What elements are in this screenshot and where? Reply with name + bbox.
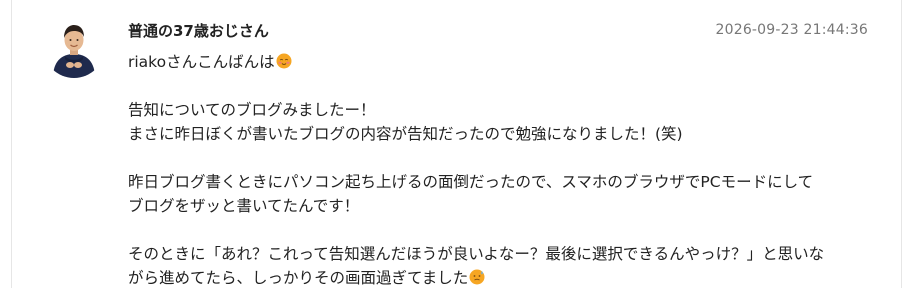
comment-line-text: がら進めてたら、しっかりその画面過ぎてました [128,269,469,287]
comment-line: そのときに「あれ？これって告知選んだほうが良いよなー？最後に選択できるんやっけ？… [128,245,825,263]
sweat-face-emoji-icon [469,269,485,285]
comment-line: 告知についてのブログみましたー！ [128,101,376,119]
smiling-face-emoji-icon [276,53,292,69]
comment-author[interactable]: 普通の37歳おじさん [128,20,269,41]
comment-line: まさに昨日ぼくが書いたブログの内容が告知だったので勉強になりました！(笑) [128,125,683,143]
comment-body: riakoさんこんばんは 告知についてのブログみましたー！ まさに昨日ぼくが書い… [128,50,898,290]
comment-timestamp: 2026-09-23 21:44:36 [715,22,868,38]
comment-card: 普通の37歳おじさん 2026-09-23 21:44:36 riakoさんこん… [11,0,902,288]
comment-line-text: riakoさんこんばんは [128,53,275,71]
comment-line: がら進めてたら、しっかりその画面過ぎてました [128,266,898,290]
comment-line: 昨日ブログ書くときにパソコン起ち上げるの面倒だったので、スマホのブラウザでPCモ… [128,173,814,191]
comment-line: ブログをザッと書いてたんです！ [128,197,360,215]
avatar-person-icon [43,16,105,78]
avatar[interactable] [43,16,105,78]
comment-line: riakoさんこんばんは [128,50,898,74]
